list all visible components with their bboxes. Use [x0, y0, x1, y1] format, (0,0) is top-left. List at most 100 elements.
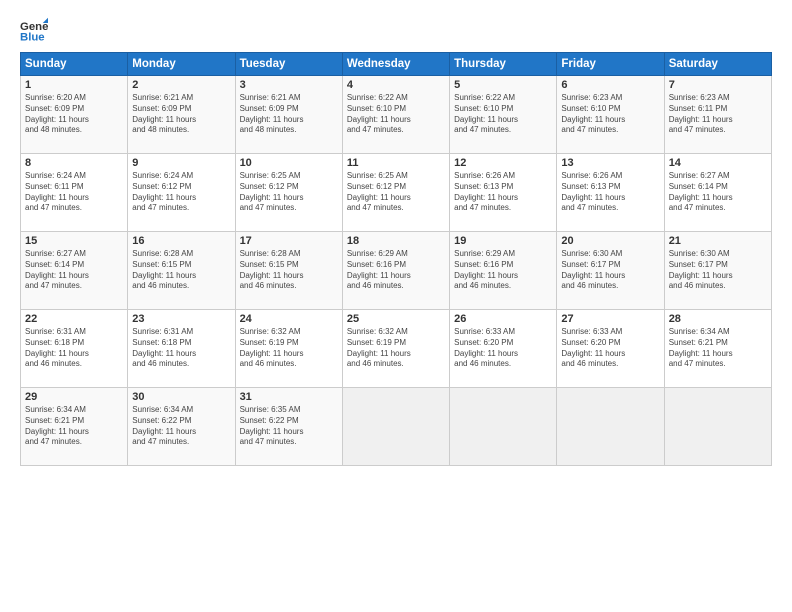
logo-icon: General Blue [20, 16, 48, 44]
day-info: Sunrise: 6:28 AM Sunset: 6:15 PM Dayligh… [240, 249, 338, 292]
day-number: 20 [561, 235, 659, 247]
cal-cell: 5Sunrise: 6:22 AM Sunset: 6:10 PM Daylig… [450, 76, 557, 154]
day-info: Sunrise: 6:21 AM Sunset: 6:09 PM Dayligh… [132, 93, 230, 136]
page: General Blue SundayMondayTuesdayWednesda… [0, 0, 792, 612]
cal-cell: 6 Sunrise: 6:23 AM Sunset: 6:10 PM Daylig… [557, 76, 664, 154]
day-number: 14 [669, 157, 767, 169]
day-info: Sunrise: 6:29 AM Sunset: 6:16 PM Dayligh… [347, 249, 445, 292]
day-info: Sunrise: 6:24 AM Sunset: 6:12 PM Dayligh… [132, 171, 230, 214]
cal-cell [664, 388, 771, 466]
cal-cell: 21 Sunrise: 6:30 AM Sunset: 6:17 PM Dayli… [664, 232, 771, 310]
cal-cell: 19Sunrise: 6:29 AM Sunset: 6:16 PM Dayli… [450, 232, 557, 310]
day-info: Sunrise: 6:32 AM Sunset: 6:19 PM Dayligh… [347, 327, 445, 370]
day-number: 30 [132, 391, 230, 403]
day-info: Sunrise: 6:33 AM Sunset: 6:20 PM Dayligh… [561, 327, 659, 370]
cal-cell: 4 Sunrise: 6:22 AM Sunset: 6:10 PM Daylig… [342, 76, 449, 154]
day-info: Sunrise: 6:23 AM Sunset: 6:10 PM Dayligh… [561, 93, 659, 136]
week-row-1: 1 Sunrise: 6:20 AM Sunset: 6:09 PM Daylig… [21, 76, 772, 154]
cal-cell: 26Sunrise: 6:33 AM Sunset: 6:20 PM Dayli… [450, 310, 557, 388]
day-info: Sunrise: 6:26 AM Sunset: 6:13 PM Dayligh… [454, 171, 552, 214]
day-number: 5 [454, 79, 552, 91]
day-info: Sunrise: 6:34 AM Sunset: 6:22 PM Dayligh… [132, 405, 230, 448]
day-number: 4 [347, 79, 445, 91]
day-info: Sunrise: 6:21 AM Sunset: 6:09 PM Dayligh… [240, 93, 338, 136]
header: General Blue [20, 16, 772, 44]
day-number: 21 [669, 235, 767, 247]
logo: General Blue [20, 16, 54, 44]
cal-cell: 22 Sunrise: 6:31 AM Sunset: 6:18 PM Dayli… [21, 310, 128, 388]
day-number: 16 [132, 235, 230, 247]
cal-cell: 8 Sunrise: 6:24 AM Sunset: 6:11 PM Daylig… [21, 154, 128, 232]
header-day-friday: Friday [557, 53, 664, 76]
cal-cell [342, 388, 449, 466]
day-number: 6 [561, 79, 659, 91]
cal-cell: 27 Sunrise: 6:33 AM Sunset: 6:20 PM Dayli… [557, 310, 664, 388]
day-number: 12 [454, 157, 552, 169]
day-info: Sunrise: 6:25 AM Sunset: 6:12 PM Dayligh… [347, 171, 445, 214]
day-number: 11 [347, 157, 445, 169]
cal-cell: 31Sunrise: 6:35 AM Sunset: 6:22 PM Dayli… [235, 388, 342, 466]
header-day-sunday: Sunday [21, 53, 128, 76]
day-number: 1 [25, 79, 123, 91]
day-number: 9 [132, 157, 230, 169]
day-number: 29 [25, 391, 123, 403]
day-number: 28 [669, 313, 767, 325]
header-day-monday: Monday [128, 53, 235, 76]
cal-cell: 20Sunrise: 6:30 AM Sunset: 6:17 PM Dayli… [557, 232, 664, 310]
day-info: Sunrise: 6:28 AM Sunset: 6:15 PM Dayligh… [132, 249, 230, 292]
day-number: 19 [454, 235, 552, 247]
day-number: 27 [561, 313, 659, 325]
day-info: Sunrise: 6:30 AM Sunset: 6:17 PM Dayligh… [669, 249, 767, 292]
cal-cell: 12 Sunrise: 6:26 AM Sunset: 6:13 PM Dayli… [450, 154, 557, 232]
day-number: 8 [25, 157, 123, 169]
day-info: Sunrise: 6:27 AM Sunset: 6:14 PM Dayligh… [669, 171, 767, 214]
cal-cell [450, 388, 557, 466]
day-number: 2 [132, 79, 230, 91]
svg-text:Blue: Blue [20, 32, 45, 44]
week-row-2: 8 Sunrise: 6:24 AM Sunset: 6:11 PM Daylig… [21, 154, 772, 232]
day-info: Sunrise: 6:24 AM Sunset: 6:11 PM Dayligh… [25, 171, 123, 214]
cal-cell [557, 388, 664, 466]
week-row-3: 15Sunrise: 6:27 AM Sunset: 6:14 PM Dayli… [21, 232, 772, 310]
day-number: 22 [25, 313, 123, 325]
week-row-4: 22 Sunrise: 6:31 AM Sunset: 6:18 PM Dayli… [21, 310, 772, 388]
day-number: 23 [132, 313, 230, 325]
cal-cell: 13Sunrise: 6:26 AM Sunset: 6:13 PM Dayli… [557, 154, 664, 232]
cal-cell: 17 Sunrise: 6:28 AM Sunset: 6:15 PM Dayli… [235, 232, 342, 310]
day-info: Sunrise: 6:32 AM Sunset: 6:19 PM Dayligh… [240, 327, 338, 370]
cal-cell: 14 Sunrise: 6:27 AM Sunset: 6:14 PM Dayli… [664, 154, 771, 232]
cal-cell: 11 Sunrise: 6:25 AM Sunset: 6:12 PM Dayli… [342, 154, 449, 232]
cal-cell: 23 Sunrise: 6:31 AM Sunset: 6:18 PM Dayli… [128, 310, 235, 388]
cal-cell: 18 Sunrise: 6:29 AM Sunset: 6:16 PM Dayli… [342, 232, 449, 310]
cal-cell: 15Sunrise: 6:27 AM Sunset: 6:14 PM Dayli… [21, 232, 128, 310]
cal-cell: 2 Sunrise: 6:21 AM Sunset: 6:09 PM Daylig… [128, 76, 235, 154]
day-info: Sunrise: 6:26 AM Sunset: 6:13 PM Dayligh… [561, 171, 659, 214]
cal-cell: 1 Sunrise: 6:20 AM Sunset: 6:09 PM Daylig… [21, 76, 128, 154]
day-info: Sunrise: 6:31 AM Sunset: 6:18 PM Dayligh… [25, 327, 123, 370]
day-info: Sunrise: 6:25 AM Sunset: 6:12 PM Dayligh… [240, 171, 338, 214]
cal-cell: 30 Sunrise: 6:34 AM Sunset: 6:22 PM Dayli… [128, 388, 235, 466]
day-number: 17 [240, 235, 338, 247]
cal-cell: 24 Sunrise: 6:32 AM Sunset: 6:19 PM Dayli… [235, 310, 342, 388]
day-number: 31 [240, 391, 338, 403]
header-day-wednesday: Wednesday [342, 53, 449, 76]
header-day-tuesday: Tuesday [235, 53, 342, 76]
cal-cell: 10 Sunrise: 6:25 AM Sunset: 6:12 PM Dayli… [235, 154, 342, 232]
day-number: 10 [240, 157, 338, 169]
header-day-saturday: Saturday [664, 53, 771, 76]
cal-cell: 9 Sunrise: 6:24 AM Sunset: 6:12 PM Daylig… [128, 154, 235, 232]
header-day-thursday: Thursday [450, 53, 557, 76]
cal-cell: 3Sunrise: 6:21 AM Sunset: 6:09 PM Daylig… [235, 76, 342, 154]
calendar-table: SundayMondayTuesdayWednesdayThursdayFrid… [20, 52, 772, 466]
day-info: Sunrise: 6:34 AM Sunset: 6:21 PM Dayligh… [25, 405, 123, 448]
day-number: 26 [454, 313, 552, 325]
day-info: Sunrise: 6:22 AM Sunset: 6:10 PM Dayligh… [347, 93, 445, 136]
day-info: Sunrise: 6:27 AM Sunset: 6:14 PM Dayligh… [25, 249, 123, 292]
week-row-5: 29 Sunrise: 6:34 AM Sunset: 6:21 PM Dayli… [21, 388, 772, 466]
cal-cell: 25Sunrise: 6:32 AM Sunset: 6:19 PM Dayli… [342, 310, 449, 388]
cal-cell: 7Sunrise: 6:23 AM Sunset: 6:11 PM Daylig… [664, 76, 771, 154]
day-info: Sunrise: 6:20 AM Sunset: 6:09 PM Dayligh… [25, 93, 123, 136]
day-number: 18 [347, 235, 445, 247]
day-info: Sunrise: 6:31 AM Sunset: 6:18 PM Dayligh… [132, 327, 230, 370]
day-number: 24 [240, 313, 338, 325]
